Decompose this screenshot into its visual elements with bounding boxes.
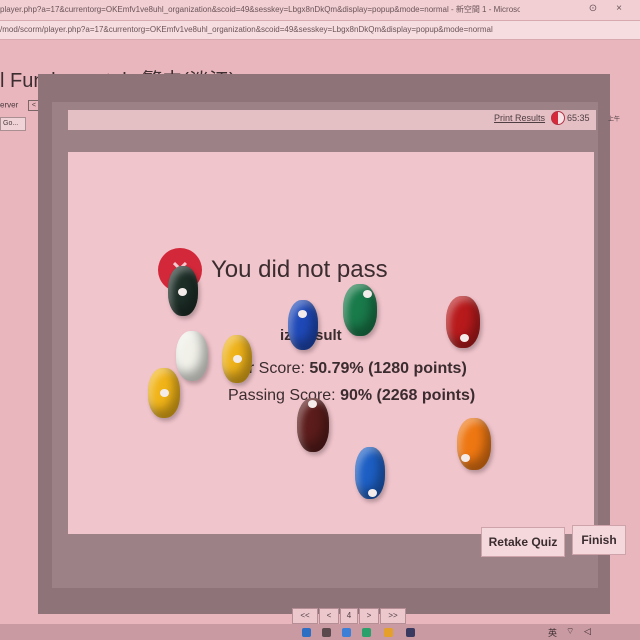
your-score-value: 50.79% (1280 points) (309, 360, 467, 377)
blue-ball (288, 300, 318, 350)
edge-icon[interactable] (342, 628, 351, 637)
passing-score-value: 90% (2268 points) (340, 387, 476, 404)
volume-icon[interactable]: ◁ (584, 626, 591, 637)
prev-page-button[interactable]: < (319, 608, 339, 624)
orange-ball (457, 418, 491, 470)
passing-score-row: Passing Score: 90% (2268 points) (228, 387, 475, 405)
red-ball (446, 296, 480, 348)
black-ball (168, 266, 198, 316)
chrome-icon[interactable] (362, 628, 371, 637)
last-page-button[interactable]: >> (380, 608, 406, 624)
address-bar[interactable]: /mod/scorm/player.php?a=17&currentorg=OK… (0, 21, 640, 40)
taskbar (0, 624, 640, 640)
retake-quiz-button[interactable]: Retake Quiz (481, 527, 565, 557)
yellow-ball-left (148, 368, 180, 418)
next-page-button[interactable]: > (359, 608, 379, 624)
first-page-button[interactable]: << (292, 608, 318, 624)
page-number[interactable]: 4 (340, 608, 358, 624)
maroon-ball (297, 398, 329, 452)
close-icon[interactable]: × (612, 2, 626, 16)
yellow-ball-center (222, 335, 252, 383)
window-title: player.php?a=17&currentorg=OKEmfv1ve8uhl… (0, 5, 520, 14)
white-ball (176, 331, 208, 381)
print-results-link[interactable]: Print Results (494, 113, 545, 123)
folder-icon[interactable] (384, 628, 393, 637)
address-url: /mod/scorm/player.php?a=17&currentorg=OK… (0, 25, 493, 34)
window-titlebar: player.php?a=17&currentorg=OKEmfv1ve8uhl… (0, 0, 640, 21)
timer-value: 65:35 (567, 113, 590, 123)
result-headline: You did not pass (211, 256, 388, 283)
input-language[interactable]: 英 (548, 626, 557, 639)
restore-icon[interactable]: ⊙ (586, 2, 600, 16)
app-icon[interactable] (406, 628, 415, 637)
start-icon[interactable] (302, 628, 311, 637)
your-score-row: ur Score: 50.79% (1280 points) (240, 360, 467, 378)
green-ball (343, 284, 377, 336)
blue-ball-bottom (355, 447, 385, 499)
wifi-icon[interactable]: ⌔ (566, 626, 574, 637)
search-icon[interactable] (322, 628, 331, 637)
clock-label: 上午 (608, 117, 621, 123)
sidebar-toc: erver < Go... (0, 100, 40, 131)
timer-icon (551, 111, 565, 125)
go-button[interactable]: Go... (0, 117, 26, 131)
finish-button[interactable]: Finish (572, 525, 626, 555)
sidebar-label: erver (0, 100, 19, 110)
